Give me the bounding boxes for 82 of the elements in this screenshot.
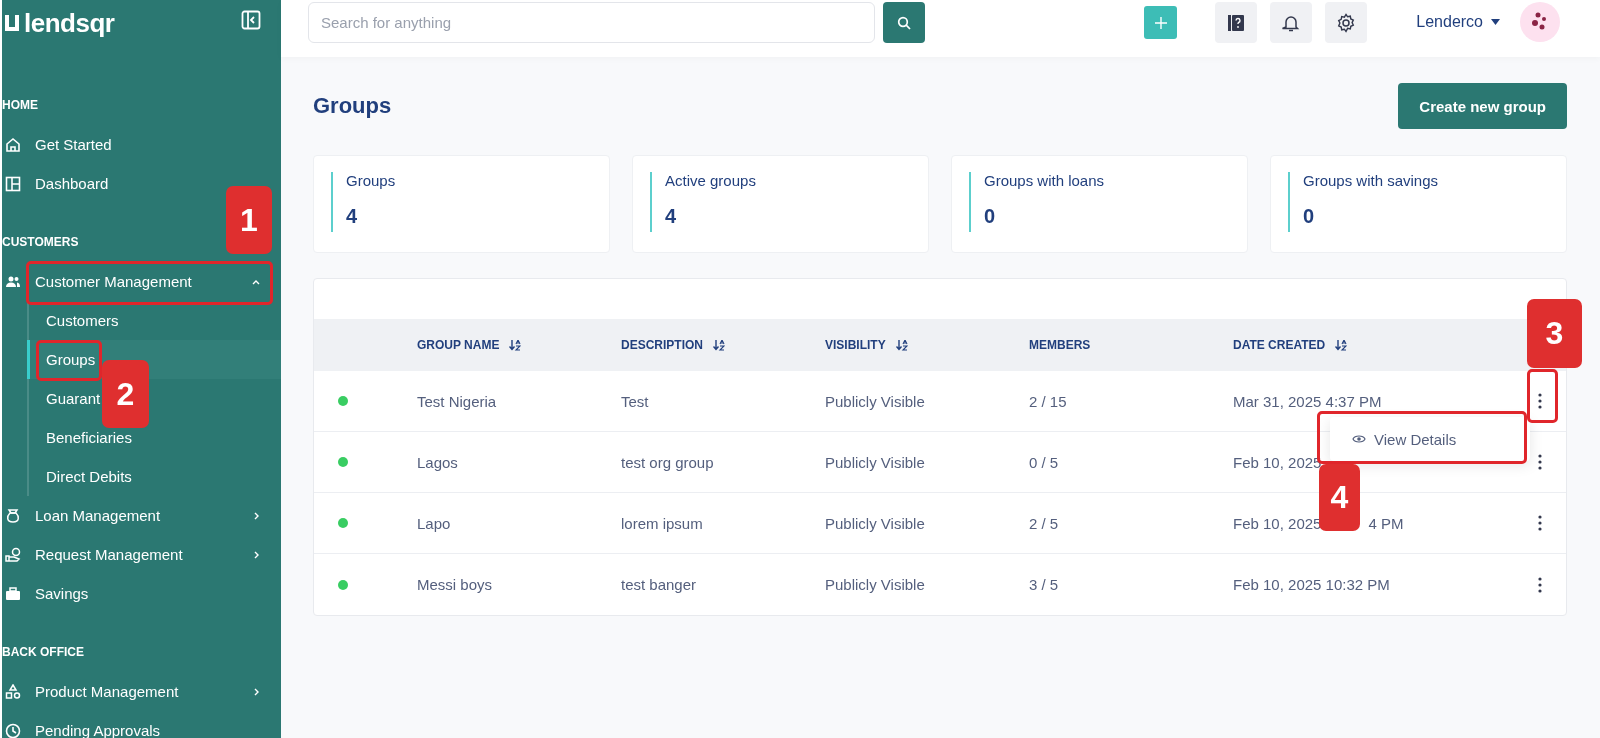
stat-label: Groups with savings [1303, 172, 1440, 189]
table-cell: Publicly Visible [825, 392, 925, 410]
submenu-item[interactable]: Direct Debits [46, 468, 132, 485]
table-cell: Messi boys [417, 576, 493, 593]
highlight-frame [36, 340, 102, 381]
section-heading: BACK OFFICE [2, 644, 84, 661]
more-options-icon[interactable] [1538, 576, 1542, 593]
more-options-icon[interactable] [1538, 454, 1542, 470]
table-cell: 3 / 5 [1029, 576, 1059, 593]
view-details-menu-item[interactable]: View Details [1330, 417, 1530, 461]
table-cell: Test [621, 392, 649, 410]
table-cell: lorem ipsum [621, 514, 703, 532]
settings-icon [1336, 12, 1357, 33]
more-options-icon[interactable] [1538, 393, 1542, 409]
user-menu[interactable]: Lenderco [1416, 2, 1500, 42]
help-button[interactable] [1215, 2, 1258, 43]
table-cell: 0 / 5 [1029, 453, 1059, 471]
search-field[interactable]: Search for anything [308, 2, 875, 43]
settings-button[interactable] [1325, 2, 1368, 43]
step-badge: 2 [102, 360, 149, 428]
sort-icon [1335, 339, 1348, 351]
page-title: Groups [313, 93, 392, 119]
stat-value: 0 [984, 205, 997, 228]
step-badge: 1 [226, 186, 272, 254]
nav-item[interactable]: Product Management [2, 672, 281, 711]
sort-icon [713, 339, 725, 351]
table-cell: Publicly Visible [825, 514, 925, 532]
sidebar-collapse-icon[interactable] [241, 10, 261, 30]
stat-value: 4 [346, 205, 359, 228]
stat-value: 4 [665, 205, 678, 228]
plus-icon [1153, 15, 1168, 30]
column-header[interactable]: DESCRIPTION [621, 338, 725, 352]
notifications-button[interactable] [1270, 2, 1313, 43]
avatar[interactable] [1520, 2, 1560, 42]
table-cell: 2 / 5 [1029, 514, 1059, 532]
search-icon [897, 15, 911, 30]
table-cell: Feb 10, 2025 [1233, 453, 1322, 471]
table-cell: Feb 10, 2025 [1233, 514, 1322, 532]
eye-icon [1352, 434, 1366, 444]
savings-icon [5, 585, 21, 602]
table-cell: 4 PM [1368, 514, 1404, 532]
bell-icon [1282, 13, 1301, 32]
stat-label: Active groups [665, 172, 757, 189]
table-cell: Feb 10, 2025 10:32 PM [1233, 576, 1390, 593]
column-header[interactable]: GROUP NAME [417, 338, 522, 352]
logo-text: lendsqr [24, 10, 115, 36]
table-cell: Mar 31, 2025 4:37 PM [1233, 392, 1382, 410]
column-header[interactable]: VISIBILITY [825, 338, 908, 352]
column-header[interactable]: MEMBERS [1029, 338, 1091, 352]
table-cell: Publicly Visible [825, 576, 925, 593]
nav-item[interactable]: Request Management [2, 535, 281, 574]
caret-icon [1491, 19, 1500, 25]
table-cell: test org group [621, 453, 714, 471]
create-group-button[interactable]: Create new group [1398, 83, 1567, 129]
sort-icon [509, 339, 522, 351]
stat-label: Groups [346, 172, 397, 189]
help-book-icon [1227, 13, 1246, 32]
search-button[interactable] [883, 2, 925, 43]
table-cell: test banger [621, 576, 697, 593]
submenu-item[interactable]: Guarant [46, 390, 101, 407]
table-cell: Publicly Visible [825, 453, 925, 471]
nav-item[interactable]: Get Started [2, 125, 281, 164]
nav-item[interactable]: Loan Management [2, 496, 281, 535]
home-icon [5, 136, 21, 153]
section-heading: HOME [2, 97, 38, 114]
stat-value: 0 [1303, 205, 1316, 228]
stat-label: Groups with loans [984, 172, 1106, 189]
submenu-item[interactable]: Beneficiaries [46, 429, 132, 446]
nav-item[interactable]: Savings [2, 574, 281, 613]
section-heading: CUSTOMERS [2, 234, 79, 251]
column-header[interactable]: DATE CREATED [1233, 338, 1348, 352]
table-cell: 2 / 15 [1029, 392, 1067, 410]
table-cell: Test Nigeria [417, 392, 497, 410]
nav-item[interactable]: Customer Management [2, 262, 281, 301]
table-cell: Lapo [417, 514, 451, 532]
dash-icon [5, 175, 21, 192]
step-badge: 3 [1527, 299, 1582, 368]
logo-icon [4, 14, 20, 32]
more-options-icon[interactable] [1538, 515, 1542, 531]
sort-icon [895, 339, 908, 351]
submenu-item[interactable]: Customers [46, 312, 119, 329]
table-cell: Lagos [417, 453, 458, 471]
